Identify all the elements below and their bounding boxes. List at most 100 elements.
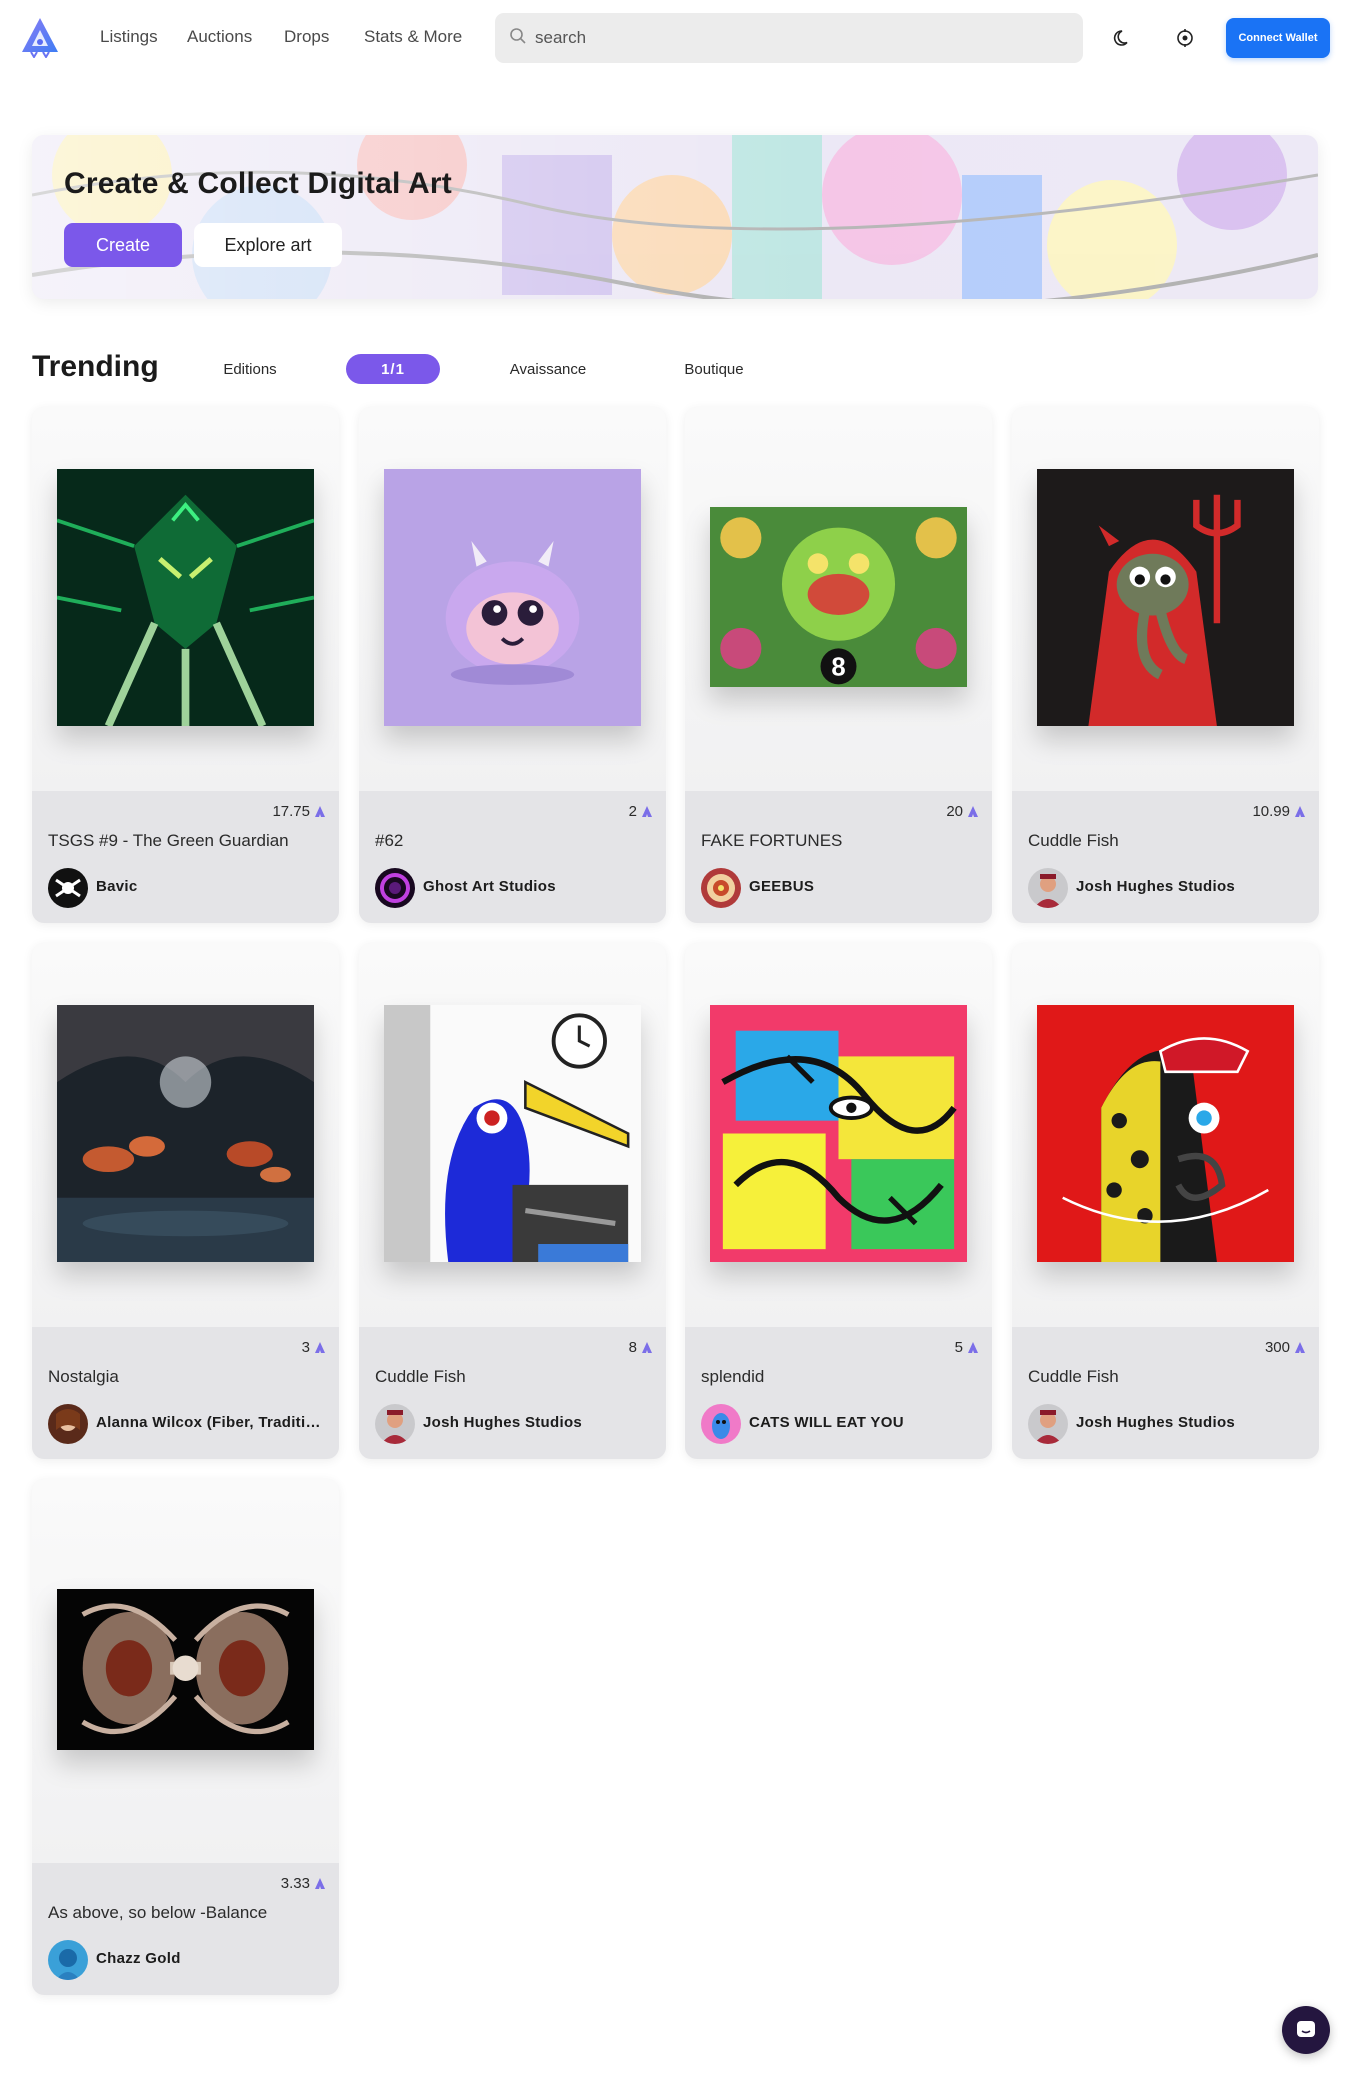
- trending-heading: Trending: [32, 350, 159, 383]
- tab-avaissance[interactable]: Avaissance: [503, 354, 593, 384]
- card-footer: 3.33 As above, so below -Balance Chazz G…: [32, 1863, 339, 1995]
- price-value: 3.33: [280, 1875, 310, 1892]
- card-title: FAKE FORTUNES: [701, 831, 843, 850]
- tab-boutique[interactable]: Boutique: [672, 354, 756, 384]
- card-footer: 3 Nostalgia Alanna Wilcox (Fiber, Tradit…: [32, 1327, 339, 1459]
- card-image-area: [685, 943, 992, 1327]
- card-price: 5: [955, 1339, 978, 1356]
- card-artwork: [1037, 1005, 1294, 1262]
- nft-card[interactable]: 17.75 TSGS #9 - The Green Guardian Bavic: [32, 407, 339, 923]
- card-price: 2: [629, 803, 652, 820]
- card-title: splendid: [701, 1367, 765, 1386]
- card-title: #62: [375, 831, 404, 850]
- card-image-area: [1012, 407, 1319, 791]
- card-title: As above, so below -Balance: [48, 1903, 268, 1922]
- nft-card[interactable]: 3 Nostalgia Alanna Wilcox (Fiber, Tradit…: [32, 943, 339, 1459]
- avatar[interactable]: [48, 1940, 88, 1980]
- card-footer: 5 splendid CATS WILL EAT YOU: [685, 1327, 992, 1459]
- eth-icon: [315, 806, 325, 817]
- artist-name[interactable]: Chazz Gold: [96, 1950, 181, 1967]
- search-bar[interactable]: [495, 13, 1083, 63]
- nft-card[interactable]: 2 #62 Ghost Art Studios: [359, 407, 666, 923]
- nav-auctions-link[interactable]: Auctions: [187, 27, 252, 47]
- create-button[interactable]: Create: [64, 223, 182, 267]
- card-footer: 20 FAKE FORTUNES GEEBUS: [685, 791, 992, 923]
- price-value: 20: [946, 803, 963, 820]
- artist-name[interactable]: GEEBUS: [749, 878, 814, 895]
- nav-listings-link[interactable]: Listings: [100, 27, 158, 47]
- chat-icon[interactable]: [1282, 2006, 1330, 2054]
- card-price: 20: [946, 803, 978, 820]
- avatar[interactable]: [701, 1404, 741, 1444]
- card-footer: 17.75 TSGS #9 - The Green Guardian Bavic: [32, 791, 339, 923]
- card-title: Cuddle Fish: [375, 1367, 466, 1386]
- tab-one-of-one[interactable]: 1/1: [346, 354, 440, 384]
- tab-editions[interactable]: Editions: [210, 354, 290, 384]
- artist-name[interactable]: CATS WILL EAT YOU: [749, 1414, 904, 1431]
- artist-name[interactable]: Josh Hughes Studios: [1076, 1414, 1235, 1431]
- settings-icon[interactable]: [1169, 22, 1201, 54]
- nft-card[interactable]: 8 20 FAKE FORTUNES GEEBUS: [685, 407, 992, 923]
- avatar[interactable]: [48, 1404, 88, 1444]
- card-artwork: [1037, 469, 1294, 726]
- price-value: 3: [301, 1339, 310, 1356]
- eth-icon: [1295, 806, 1305, 817]
- artist-name[interactable]: Ghost Art Studios: [423, 878, 556, 895]
- eth-icon: [1295, 1342, 1305, 1353]
- price-value: 8: [628, 1339, 637, 1356]
- artist-name[interactable]: Josh Hughes Studios: [423, 1414, 582, 1431]
- hero-banner: Create & Collect Digital Art Create Expl…: [32, 135, 1318, 299]
- card-artwork: [384, 469, 641, 726]
- svg-text:8: 8: [831, 653, 845, 681]
- card-image-area: [32, 1479, 339, 1863]
- hero-overlay: [32, 135, 1318, 299]
- card-price: 300: [1265, 1339, 1305, 1356]
- card-title: TSGS #9 - The Green Guardian: [48, 831, 289, 850]
- price-value: 300: [1264, 1339, 1290, 1356]
- nft-card[interactable]: 3.33 As above, so below -Balance Chazz G…: [32, 1479, 339, 1995]
- hero-title: Create & Collect Digital Art: [64, 167, 452, 200]
- card-title: Cuddle Fish: [1028, 831, 1119, 850]
- card-footer: 10.99 Cuddle Fish Josh Hughes Studios: [1012, 791, 1319, 923]
- card-footer: 2 #62 Ghost Art Studios: [359, 791, 666, 923]
- card-artwork: 8: [710, 507, 967, 687]
- explore-art-button[interactable]: Explore art: [194, 223, 342, 267]
- nft-card[interactable]: 8 Cuddle Fish Josh Hughes Studios: [359, 943, 666, 1459]
- card-artwork: [57, 1005, 314, 1262]
- card-artwork: [57, 1589, 314, 1750]
- card-title: Nostalgia: [48, 1367, 119, 1386]
- card-price: 3.33: [281, 1875, 325, 1892]
- search-icon: [509, 27, 527, 50]
- moon-icon[interactable]: [1107, 22, 1139, 54]
- avatar[interactable]: [701, 868, 741, 908]
- nav-drops-link[interactable]: Drops: [284, 27, 329, 47]
- card-image-area: [32, 407, 339, 791]
- artist-name[interactable]: Josh Hughes Studios: [1076, 878, 1235, 895]
- nft-card[interactable]: 5 splendid CATS WILL EAT YOU: [685, 943, 992, 1459]
- artist-name[interactable]: Alanna Wilcox (Fiber, Traditional): [96, 1414, 328, 1431]
- card-artwork: [384, 1005, 641, 1262]
- eth-icon: [315, 1342, 325, 1353]
- avatar[interactable]: [375, 1404, 415, 1444]
- search-input[interactable]: [535, 28, 1055, 48]
- eth-icon: [968, 1342, 978, 1353]
- nav-stats-link[interactable]: Stats & More: [364, 27, 462, 47]
- avatar[interactable]: [1028, 1404, 1068, 1444]
- avatar[interactable]: [48, 868, 88, 908]
- card-title: Cuddle Fish: [1028, 1367, 1119, 1386]
- logo-icon[interactable]: [19, 16, 61, 59]
- card-footer: 300 Cuddle Fish Josh Hughes Studios: [1012, 1327, 1319, 1459]
- card-artwork: [710, 1005, 967, 1262]
- artist-name[interactable]: Bavic: [96, 878, 138, 895]
- nft-card[interactable]: 300 Cuddle Fish Josh Hughes Studios: [1012, 943, 1319, 1459]
- avatar[interactable]: [1028, 868, 1068, 908]
- top-nav: Listings Auctions Drops Stats & More Con…: [0, 0, 1350, 76]
- avatar[interactable]: [375, 868, 415, 908]
- connect-wallet-button[interactable]: Connect Wallet: [1226, 18, 1330, 58]
- eth-icon: [642, 1342, 652, 1353]
- card-price: 10.99: [1252, 803, 1305, 820]
- eth-icon: [642, 806, 652, 817]
- nft-card[interactable]: 10.99 Cuddle Fish Josh Hughes Studios: [1012, 407, 1319, 923]
- price-value: 5: [954, 1339, 963, 1356]
- card-price: 3: [302, 1339, 325, 1356]
